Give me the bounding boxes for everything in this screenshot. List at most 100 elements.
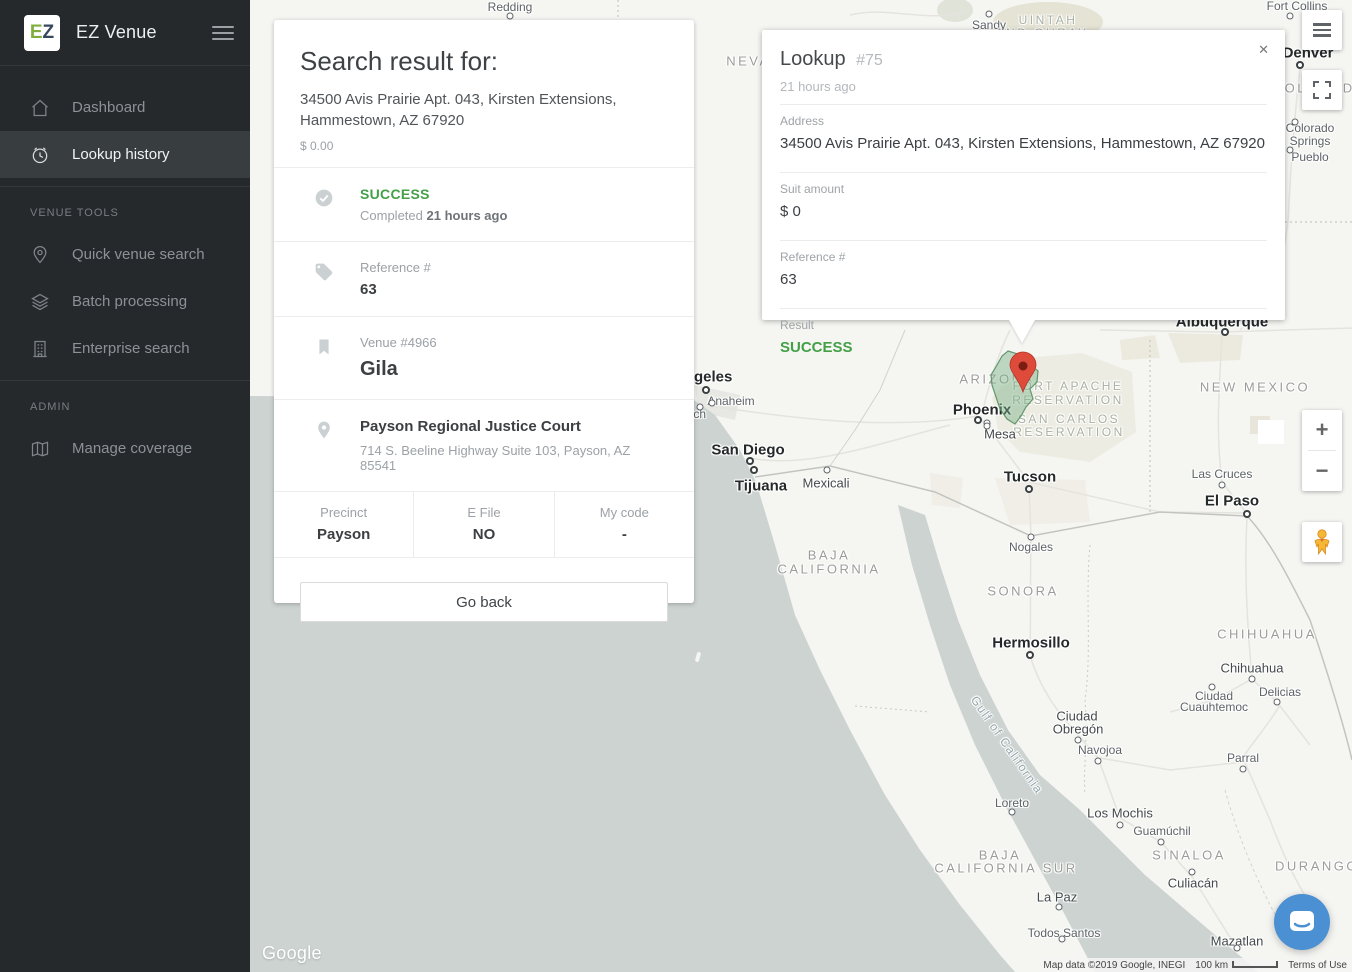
- map-label: San Diego: [711, 442, 784, 459]
- close-icon[interactable]: ✕: [1254, 40, 1273, 60]
- zoom-control: + −: [1302, 410, 1342, 491]
- city-dot: [1243, 510, 1251, 518]
- court-row: Payson Regional Justice Court 714 S. Bee…: [274, 399, 694, 491]
- popup-title: Lookup: [780, 48, 846, 70]
- map-label: Phoenix: [953, 402, 1011, 419]
- court-name: Payson Regional Justice Court: [360, 418, 668, 435]
- chat-widget-button[interactable]: [1274, 894, 1330, 950]
- city-dot: [1287, 147, 1294, 154]
- app-logo: EZ: [24, 15, 60, 51]
- city-dot: [1028, 534, 1035, 541]
- tag-icon: [314, 262, 334, 282]
- city-dot: [1292, 119, 1299, 126]
- sidebar-item-lookup-history[interactable]: Lookup history: [0, 131, 250, 178]
- map-label: SAN CARLOS: [1018, 412, 1120, 426]
- bookmark-icon: [314, 337, 334, 357]
- city-dot: [986, 11, 993, 18]
- section-admin: ADMIN: [0, 381, 250, 425]
- stats-row: Precinct Payson E File NO My code -: [274, 491, 694, 558]
- history-clock-icon: [30, 145, 50, 165]
- city-dot: [1219, 482, 1226, 489]
- scale-rule: [1232, 961, 1278, 968]
- map-label: Hermosillo: [992, 635, 1070, 652]
- stat-my-code: My code -: [555, 492, 694, 557]
- map-label: RESERVATION: [1013, 425, 1125, 439]
- pegman-button[interactable]: [1302, 522, 1342, 562]
- map-label: Mexicali: [803, 476, 850, 491]
- sidebar-collapse-icon[interactable]: [212, 22, 234, 44]
- city-dot: [1117, 822, 1124, 829]
- city-dot: [1287, 13, 1294, 20]
- map-label: CALIFORNIA SUR: [934, 861, 1077, 876]
- map-label: La Paz: [1037, 890, 1077, 905]
- city-dot: [824, 467, 831, 474]
- reference-value: 63: [360, 281, 431, 298]
- map-label: Los Mochis: [1087, 806, 1153, 821]
- reference-row: Reference # 63: [274, 241, 694, 316]
- sidebar-item-batch-processing[interactable]: Batch processing: [0, 278, 250, 325]
- sidebar-item-dashboard[interactable]: Dashboard: [0, 84, 250, 131]
- location-pin-icon: [30, 245, 50, 265]
- scale-label: 100 km: [1195, 960, 1228, 971]
- map-data-attribution: Map data ©2019 Google, INEGI: [1038, 958, 1190, 972]
- zoom-in-button[interactable]: +: [1302, 410, 1342, 450]
- app-root: EZ EZ Venue Dashboard Lookup history VEN…: [0, 0, 1352, 972]
- reference-label: Reference #: [360, 260, 431, 275]
- popup-tail: [1009, 320, 1035, 343]
- map-label: UINTAH: [1019, 13, 1078, 27]
- map-label: Springs: [1290, 134, 1331, 148]
- map-scale: 100 km: [1190, 958, 1283, 972]
- map-label: Culiacán: [1168, 876, 1219, 891]
- go-back-button[interactable]: Go back: [300, 582, 668, 622]
- stat-efile: E File NO: [414, 492, 554, 557]
- map-label: FORT APACHE: [1013, 379, 1124, 393]
- building-icon: [30, 339, 50, 359]
- city-dot: [702, 386, 710, 394]
- map-label: CHIHUAHUA: [1217, 627, 1317, 642]
- search-result-card: Search result for: 34500 Avis Prairie Ap…: [274, 20, 694, 603]
- terms-of-use-link[interactable]: Terms of Use: [1283, 958, 1352, 972]
- venue-row: Venue #4966 Gila: [274, 316, 694, 399]
- city-dot: [709, 400, 716, 407]
- city-dot: [1249, 676, 1256, 683]
- map-label: Nogales: [1009, 540, 1053, 554]
- map-label: Navojoa: [1078, 743, 1122, 757]
- map-label: Chihuahua: [1221, 661, 1284, 676]
- google-logo[interactable]: Google: [262, 943, 322, 964]
- city-dot: [1056, 904, 1063, 911]
- city-dot: [1059, 936, 1066, 943]
- city-dot: [507, 13, 514, 20]
- fullscreen-button[interactable]: [1302, 70, 1342, 110]
- sidebar-header: EZ EZ Venue: [0, 0, 250, 66]
- map-label: SONORA: [987, 584, 1058, 599]
- popup-field-reference: Reference # 63: [780, 240, 1267, 298]
- venue-value: Gila: [360, 358, 437, 381]
- card-title: Search result for:: [300, 46, 668, 77]
- map-menu-button[interactable]: [1302, 10, 1342, 50]
- map-label: DURANGO: [1275, 859, 1352, 874]
- status-completed: Completed 21 hours ago: [360, 208, 507, 223]
- search-amount: $ 0.00: [300, 139, 668, 153]
- city-dot: [1209, 684, 1216, 691]
- map-label: El Paso: [1205, 493, 1259, 510]
- check-circle-icon: [314, 188, 334, 208]
- sidebar-item-quick-venue-search[interactable]: Quick venue search: [0, 231, 250, 278]
- map-label: BAJA: [808, 548, 851, 563]
- sidebar-item-enterprise-search[interactable]: Enterprise search: [0, 325, 250, 372]
- city-dot: [1026, 651, 1034, 659]
- city-dot: [1009, 809, 1016, 816]
- chat-icon: [1289, 910, 1315, 934]
- status-badge: SUCCESS: [360, 186, 507, 202]
- lookup-info-popup: ✕ Lookup #75 21 hours ago Address 34500 …: [762, 30, 1285, 320]
- court-address: 714 S. Beeline Highway Suite 103, Payson…: [360, 443, 668, 473]
- map-label: SINALOA: [1152, 848, 1226, 863]
- stat-precinct: Precinct Payson: [274, 492, 414, 557]
- map-label: RESERVATION: [1012, 393, 1124, 407]
- app-title: EZ Venue: [76, 22, 212, 43]
- sidebar-item-manage-coverage[interactable]: Manage coverage: [0, 425, 250, 472]
- city-dot: [1234, 945, 1241, 952]
- map-attribution: Map data ©2019 Google, INEGI 100 km Term…: [1038, 958, 1352, 972]
- venue-label: Venue #4966: [360, 335, 437, 350]
- zoom-out-button[interactable]: −: [1302, 451, 1342, 491]
- section-venue-tools: VENUE TOOLS: [0, 187, 250, 231]
